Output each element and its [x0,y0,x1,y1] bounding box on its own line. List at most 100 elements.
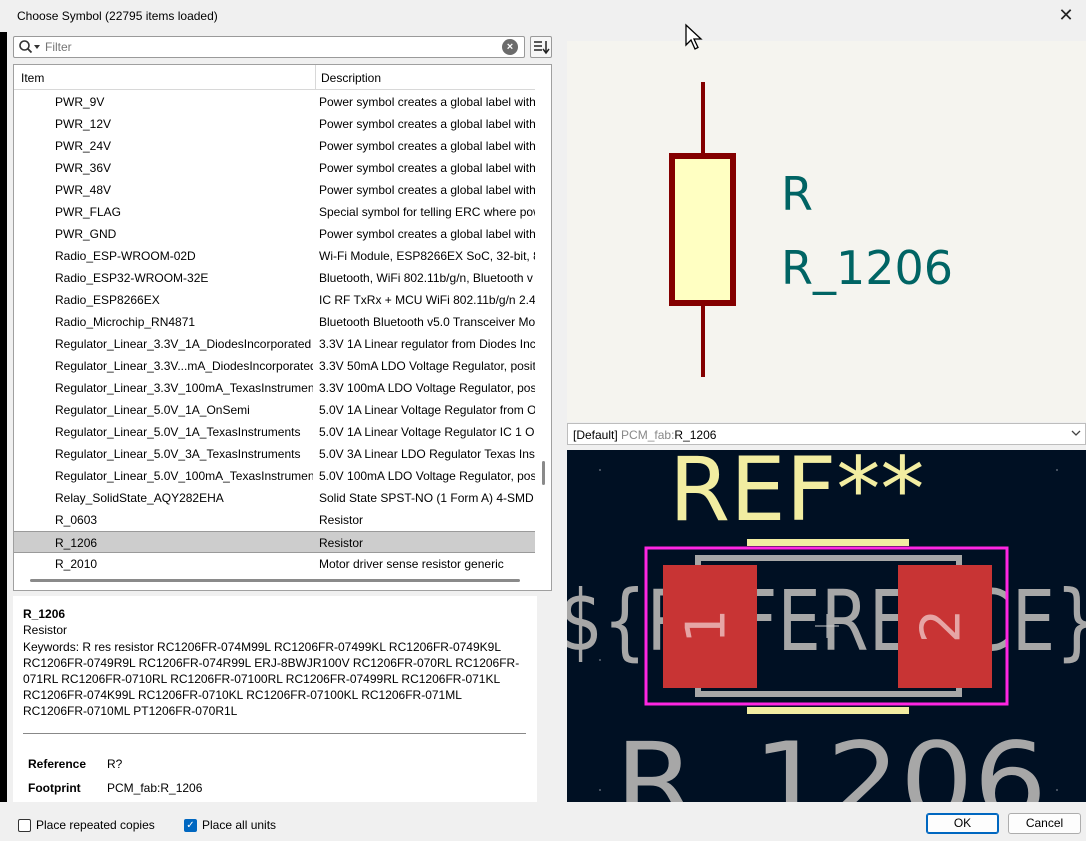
fab-value-text: R_1206 [615,720,1047,802]
list-item-description: Wi-Fi Module, ESP8266EX SoC, 32-bit, 802 [319,249,535,263]
list-item[interactable]: Regulator_Linear_3.3V_1A_DiodesIncorpora… [14,333,535,355]
list-item-name: Regulator_Linear_5.0V_1A_TexasInstrument… [55,425,301,439]
checkmark-icon[interactable]: ✓ [184,818,197,832]
search-icon[interactable] [18,39,42,55]
list-item-description: Resistor [319,536,364,550]
list-item[interactable]: Regulator_Linear_5.0V_1A_OnSemi 5.0V 1A L… [14,399,535,421]
list-item-name: Regulator_Linear_3.3V...mA_DiodesIncorpo… [55,359,313,373]
place-all-units-label: Place all units [202,818,277,832]
list-item[interactable]: PWR_GND Power symbol creates a global lab… [14,223,535,245]
list-item[interactable]: PWR_24V Power symbol creates a global lab… [14,135,535,157]
clear-filter-icon[interactable]: × [502,39,518,55]
column-header-description[interactable]: Description [321,71,381,85]
list-item[interactable]: Regulator_Linear_3.3V...mA_DiodesIncorpo… [14,355,535,377]
mouse-cursor-icon [685,23,703,50]
list-item[interactable]: R_2010 Motor driver sense resistor generi… [14,553,535,575]
left-edge [0,32,7,802]
list-item-description: IC RF TxRx + MCU WiFi 802.11b/g/n 2.4GH [319,293,535,307]
vertical-scrollbar[interactable] [537,91,551,575]
footer-bar: Place repeated copies ✓ Place all units … [0,806,1086,841]
list-item-name: PWR_12V [55,117,112,131]
cancel-button[interactable]: Cancel [1008,813,1081,834]
list-item-description: Bluetooth, WiFi 802.11b/g/n, Bluetooth v [319,271,533,285]
footprint-value[interactable]: PCM_fab:R_1206 [107,781,202,795]
place-repeated-checkbox[interactable]: Place repeated copies [18,817,155,833]
list-item-name: R_2010 [55,557,98,571]
list-item[interactable]: PWR_9V Power symbol creates a global labe… [14,91,535,113]
list-item[interactable]: Radio_Microchip_RN4871 Bluetooth Bluetoot… [14,311,535,333]
place-all-units-checkbox[interactable]: ✓ Place all units [184,817,276,833]
details-description: Resistor [23,623,68,637]
footprint-lib: PCM_fab: [621,428,675,442]
list-item-description: Power symbol creates a global label with [319,95,535,109]
sort-icon [534,41,550,55]
horizontal-scrollbar[interactable] [30,579,520,582]
footprint-name: R_1206 [674,428,717,442]
filter-input[interactable] [45,39,495,55]
list-item-name: Radio_ESP32-WROOM-32E [55,271,209,285]
resistor-symbol: R R_1206 [669,82,953,377]
divider [23,733,526,734]
close-icon[interactable]: ✕ [1052,3,1080,29]
list-item-description: 3.3V 50mA LDO Voltage Regulator, positi [319,359,535,373]
symbol-preview[interactable]: R R_1206 [567,41,1086,422]
list-item[interactable]: R_0603 Resistor [14,509,535,531]
list-item[interactable]: Radio_ESP-WROOM-02D Wi-Fi Module, ESP8266… [14,245,535,267]
list-item-description: Solid State SPST-NO (1 Form A) 4-SMD (0 [319,491,535,505]
scrollbar-thumb[interactable] [542,461,545,485]
list-item-name: PWR_36V [55,161,112,175]
list-item-description: 3.3V 100mA LDO Voltage Regulator, posi [319,381,535,395]
reference-label: Reference [28,757,87,771]
list-item-name: Regulator_Linear_5.0V_1A_OnSemi [55,403,250,417]
list-item-name: R_0603 [55,513,98,527]
list-item-name: Relay_SolidState_AQY282EHA [55,491,224,505]
list-item-description: Bluetooth Bluetooth v5.0 Transceiver Mo [319,315,535,329]
list-item[interactable]: Radio_ESP8266EX IC RF TxRx + MCU WiFi 802… [14,289,535,311]
list-item[interactable]: Relay_SolidState_AQY282EHA Solid State SP… [14,487,535,509]
column-header-item[interactable]: Item [21,71,44,85]
list-item-description: Power symbol creates a global label with [319,227,535,241]
details-name: R_1206 [23,607,66,621]
list-item-description: Power symbol creates a global label with [319,117,535,131]
list-item-description: 5.0V 100mA LDO Voltage Regulator, posi [319,469,535,483]
silk-line-top [747,539,909,546]
pad-1-number: 1 [675,609,738,643]
list-item[interactable]: Regulator_Linear_3.3V_100mA_TexasInstrum… [14,377,535,399]
sort-button[interactable] [530,36,552,58]
list-item[interactable]: Regulator_Linear_5.0V_1A_TexasInstrument… [14,421,535,443]
silk-line-bottom [747,707,909,714]
list-item[interactable]: PWR_48V Power symbol creates a global lab… [14,179,535,201]
list-item-name: PWR_9V [55,95,105,109]
symbol-tree[interactable]: Item Description PWR_9V Power symbol crea… [13,64,552,591]
list-item-name: PWR_48V [55,183,112,197]
list-item-name: Radio_ESP8266EX [55,293,160,307]
list-item-description: Special symbol for telling ERC where pow [319,205,535,219]
list-item-description: Resistor [319,513,364,527]
list-item[interactable]: Regulator_Linear_5.0V_3A_TexasInstrument… [14,443,535,465]
chevron-down-icon[interactable] [1071,428,1081,438]
list-item[interactable]: PWR_12V Power symbol creates a global lab… [14,113,535,135]
footprint-canvas: REF** ${REFERENCE} 1 2 R_1206 [567,450,1086,802]
checkbox-unchecked[interactable] [18,818,31,832]
footprint-preview[interactable]: REF** ${REFERENCE} 1 2 R_1206 [567,450,1086,802]
list-header: Item Description [14,65,535,90]
list-item-description: Power symbol creates a global label with [319,139,535,153]
list-item-name: Radio_Microchip_RN4871 [55,315,196,329]
footprint-default-tag: [Default] [573,428,618,442]
list-item-description: Motor driver sense resistor generic [319,557,504,571]
ok-button[interactable]: OK [926,813,999,834]
filter-box[interactable]: × [13,36,525,58]
footprint-selector[interactable]: [Default] PCM_fab:R_1206 [567,423,1086,445]
list-item[interactable]: PWR_FLAG Special symbol for telling ERC w… [14,201,535,223]
resistor-body [669,153,736,306]
list-item-name: PWR_FLAG [55,205,122,219]
list-item-selected[interactable]: R_1206 Resistor [14,531,535,553]
list-item-description: 3.3V 1A Linear regulator from Diodes Inc… [319,337,535,351]
list-item-name: Regulator_Linear_5.0V_3A_TexasInstrument… [55,447,301,461]
list-item[interactable]: Radio_ESP32-WROOM-32E Bluetooth, WiFi 802… [14,267,535,289]
symbol-details: R_1206 Resistor Keywords: R res resistor… [13,596,537,802]
list-item-description: Power symbol creates a global label with [319,161,535,175]
list-item[interactable]: PWR_36V Power symbol creates a global lab… [14,157,535,179]
list-item-description: 5.0V 1A Linear Voltage Regulator IC 1 Ou… [319,425,535,439]
list-item[interactable]: Regulator_Linear_5.0V_100mA_TexasInstrum… [14,465,535,487]
